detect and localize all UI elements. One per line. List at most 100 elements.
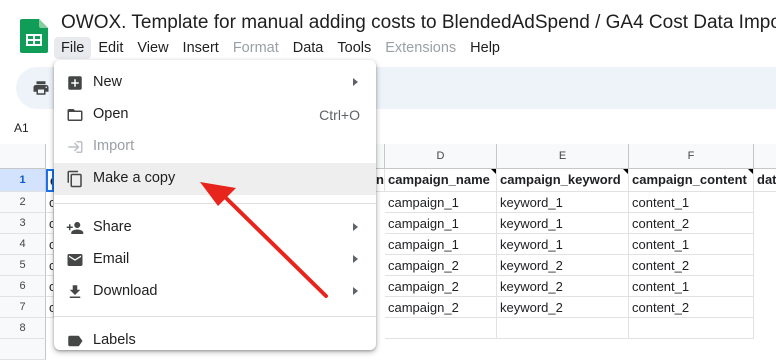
menu-extensions[interactable]: Extensions <box>378 37 463 59</box>
cell-e1-text: campaign_keyword <box>500 172 621 187</box>
cell-e7[interactable]: keyword_2 <box>497 297 629 318</box>
menu-item-share[interactable]: Share <box>54 212 376 244</box>
column-header-g[interactable] <box>754 144 776 169</box>
menu-item-make-a-copy[interactable]: Make a copy <box>54 163 376 195</box>
folder-icon <box>67 109 83 121</box>
menu-item-email[interactable]: Email <box>54 244 376 276</box>
name-box[interactable]: A1 <box>14 121 29 135</box>
cell-c1[interactable]: n <box>376 169 385 192</box>
cell-e2[interactable]: keyword_1 <box>497 192 629 213</box>
plus-square-icon <box>68 76 82 90</box>
menu-insert[interactable]: Insert <box>176 37 226 59</box>
cell-f2[interactable]: content_1 <box>629 192 754 213</box>
menu-item-label: New <box>93 74 123 90</box>
menu-item-download[interactable]: Download <box>54 276 376 308</box>
menu-item-label: Email <box>93 251 130 267</box>
menu-bar: File Edit View Insert Format Data Tools … <box>54 37 507 59</box>
cell-d8[interactable] <box>385 318 497 339</box>
menu-item-import[interactable]: Import <box>54 131 376 163</box>
cell-f3[interactable]: content_2 <box>629 213 754 234</box>
cell-g1[interactable]: dat <box>754 169 776 192</box>
menu-item-label: Share <box>93 219 132 235</box>
submenu-arrow-icon <box>353 287 358 295</box>
submenu-arrow-icon <box>353 223 358 231</box>
cell-f5[interactable]: content_2 <box>629 255 754 276</box>
cell-f7[interactable]: content_2 <box>629 297 754 318</box>
cell-f6[interactable]: content_1 <box>629 276 754 297</box>
menu-item-label: Download <box>93 283 158 299</box>
menu-help[interactable]: Help <box>463 37 507 59</box>
cell-d6[interactable]: campaign_2 <box>385 276 497 297</box>
cell-d1[interactable]: campaign_name <box>385 169 497 192</box>
menu-separator <box>54 316 376 317</box>
row-header-4[interactable]: 4 <box>0 234 46 255</box>
select-all-corner[interactable] <box>0 144 46 169</box>
row-header-9[interactable] <box>0 339 46 360</box>
column-header-f[interactable]: F <box>629 144 754 169</box>
menu-edit[interactable]: Edit <box>91 37 130 59</box>
label-icon <box>68 335 83 347</box>
cell-e4[interactable]: keyword_1 <box>497 234 629 255</box>
menu-view[interactable]: View <box>130 37 175 59</box>
cell-a4[interactable]: c <box>46 234 54 255</box>
cell-d2[interactable]: campaign_1 <box>385 192 497 213</box>
column-header-d[interactable]: D <box>385 144 497 169</box>
submenu-arrow-icon <box>353 78 358 86</box>
menu-separator <box>54 203 376 204</box>
print-icon[interactable] <box>32 79 50 97</box>
row-header-1[interactable]: 1 <box>0 169 46 192</box>
menu-item-new[interactable]: New <box>54 67 376 99</box>
google-sheets-icon[interactable] <box>20 19 48 53</box>
menu-format[interactable]: Format <box>226 37 286 59</box>
cell-f4[interactable]: content_1 <box>629 234 754 255</box>
menu-item-label: Open <box>93 106 129 122</box>
cell-e6[interactable]: keyword_2 <box>497 276 629 297</box>
cell-a1[interactable]: d <box>46 169 54 192</box>
cell-e5[interactable]: keyword_2 <box>497 255 629 276</box>
shortcut-label: Ctrl+O <box>319 107 360 123</box>
cell-a2[interactable]: c <box>46 192 54 213</box>
cell-f1[interactable]: campaign_content <box>629 169 754 192</box>
row-header-2[interactable]: 2 <box>0 192 46 213</box>
row-header-3[interactable]: 3 <box>0 213 46 234</box>
import-icon <box>68 141 83 153</box>
cell-d4[interactable]: campaign_1 <box>385 234 497 255</box>
row-header-6[interactable]: 6 <box>0 276 46 297</box>
menu-item-label: Make a copy <box>93 170 176 186</box>
filter-marker-icon <box>748 169 753 174</box>
cell-a7[interactable]: c <box>46 297 54 318</box>
column-header-c[interactable] <box>376 144 385 169</box>
row-header-7[interactable]: 7 <box>0 297 46 318</box>
menu-file[interactable]: File <box>54 37 92 59</box>
mail-icon <box>67 254 83 266</box>
menu-item-label: Import <box>93 138 135 154</box>
row-header-8[interactable]: 8 <box>0 318 46 339</box>
cell-e8[interactable] <box>497 318 629 339</box>
filter-marker-icon <box>491 169 496 174</box>
cell-a5[interactable]: c <box>46 255 54 276</box>
cell-d1-text: campaign_name <box>388 172 490 187</box>
menu-item-open[interactable]: Open Ctrl+O <box>54 99 376 131</box>
download-icon <box>69 285 81 298</box>
copy-icon <box>67 170 82 188</box>
submenu-arrow-icon <box>353 255 358 263</box>
cell-e3[interactable]: keyword_1 <box>497 213 629 234</box>
cell-a6[interactable]: c <box>46 276 54 297</box>
cell-d7[interactable]: campaign_2 <box>385 297 497 318</box>
cell-a3[interactable]: c <box>46 213 54 234</box>
cell-d5[interactable]: campaign_2 <box>385 255 497 276</box>
cell-d3[interactable]: campaign_1 <box>385 213 497 234</box>
file-menu-dropdown: New Open Ctrl+O Import Make a copy Share… <box>54 60 376 350</box>
cell-f1-text: campaign_content <box>632 172 747 187</box>
filter-marker-icon <box>623 169 628 174</box>
document-title[interactable]: OWOX. Template for manual adding costs t… <box>61 12 776 34</box>
menu-tools[interactable]: Tools <box>330 37 378 59</box>
menu-item-labels[interactable]: Labels <box>54 325 376 357</box>
menu-item-label: Labels <box>93 332 136 348</box>
row-header-5[interactable]: 5 <box>0 255 46 276</box>
person-add-icon <box>66 222 84 234</box>
menu-data[interactable]: Data <box>286 37 331 59</box>
column-header-e[interactable]: E <box>497 144 629 169</box>
cell-f8[interactable] <box>629 318 754 339</box>
cell-e1[interactable]: campaign_keyword <box>497 169 629 192</box>
